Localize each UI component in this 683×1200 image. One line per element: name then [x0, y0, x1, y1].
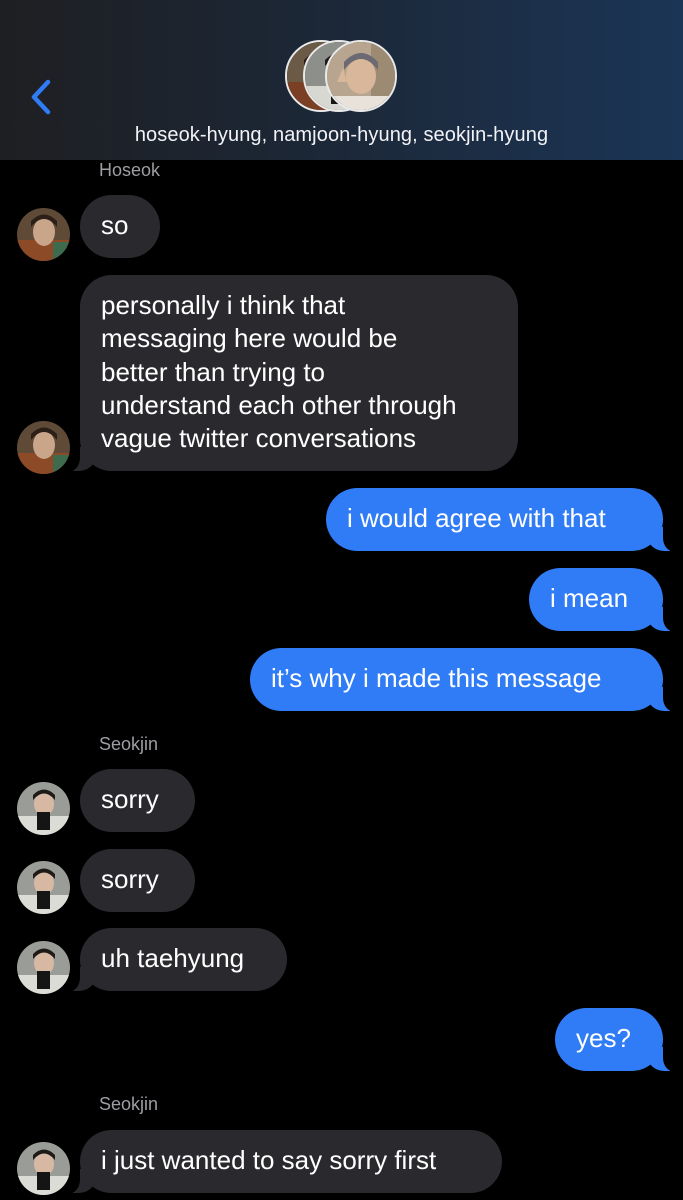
- hoseok-avatar[interactable]: [17, 208, 70, 261]
- seokjin-avatar[interactable]: [17, 782, 70, 835]
- group-avatar-stack[interactable]: [285, 40, 400, 116]
- sent-message-bubble[interactable]: i would agree with that: [326, 488, 675, 552]
- message-line: better than trying to: [101, 356, 326, 387]
- message-line: vague twitter conversations: [101, 423, 417, 454]
- sent-message-bubble[interactable]: it’s why i made this message: [250, 648, 675, 712]
- received-message-bubble[interactable]: i just wanted to say sorry first: [68, 1130, 502, 1194]
- received-message-bubble[interactable]: personally i think that messaging here w…: [68, 275, 518, 472]
- message-text: uh taehyung: [101, 943, 245, 973]
- conversation-header: hoseok-hyung, namjoon-hyung, seokjin-hyu…: [0, 0, 683, 160]
- message-text: yes?: [576, 1023, 631, 1053]
- received-message-bubble[interactable]: so: [80, 195, 160, 258]
- seokjin-avatar[interactable]: [17, 861, 70, 914]
- sender-label: Seokjin: [99, 1094, 159, 1114]
- sender-label: Seokjin: [99, 734, 159, 754]
- message-text: sorry: [101, 864, 159, 894]
- hoseok-avatar[interactable]: [17, 421, 70, 474]
- message-line: personally i think that: [101, 290, 346, 320]
- sent-message-bubble[interactable]: i mean: [529, 568, 675, 632]
- seokjin-avatar[interactable]: [17, 941, 70, 994]
- sent-message-bubble[interactable]: yes?: [555, 1008, 675, 1072]
- message-text: i mean: [550, 583, 629, 613]
- message-text: i just wanted to say sorry first: [101, 1145, 437, 1175]
- back-button[interactable]: [24, 74, 60, 120]
- message-line: understand each other through: [101, 389, 457, 420]
- message-text: it’s why i made this message: [271, 663, 602, 693]
- namjoon-avatar: [325, 40, 397, 112]
- message-text: i would agree with that: [347, 503, 606, 533]
- sender-label: Hoseok: [99, 160, 161, 180]
- received-message-bubble[interactable]: sorry: [80, 769, 195, 832]
- message-text: personally i think that messaging here w…: [101, 289, 497, 455]
- message-text: sorry: [101, 784, 159, 814]
- message-text: so: [101, 210, 129, 240]
- message-line: messaging here would be: [101, 323, 398, 354]
- seokjin-avatar[interactable]: [17, 1142, 70, 1195]
- received-message-bubble[interactable]: uh taehyung: [68, 928, 287, 992]
- received-message-bubble[interactable]: sorry: [80, 849, 195, 912]
- messages-screen: hoseok-hyung, namjoon-hyung, seokjin-hyu…: [0, 0, 683, 1200]
- chevron-left-icon: [31, 79, 51, 115]
- group-title[interactable]: hoseok-hyung, namjoon-hyung, seokjin-hyu…: [0, 124, 683, 147]
